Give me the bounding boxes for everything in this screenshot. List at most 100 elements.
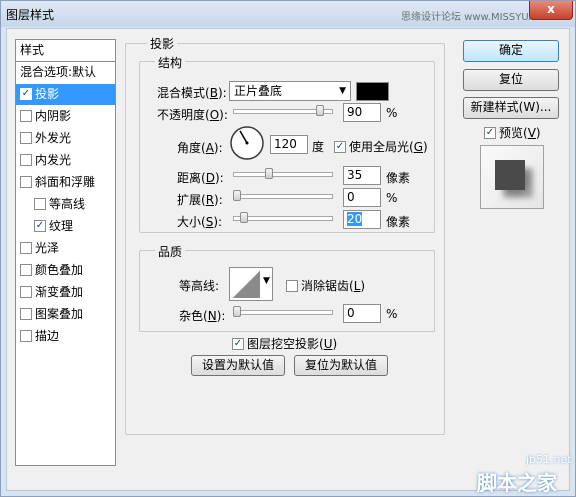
noise-slider-thumb[interactable] <box>233 306 241 317</box>
noise-label: 杂色(N): <box>179 309 226 323</box>
checkbox-icon[interactable] <box>20 131 32 144</box>
noise-input[interactable]: 0 <box>343 304 381 323</box>
checkbox-icon[interactable] <box>20 285 32 298</box>
layer-style-dialog: 图层样式 思缘设计论坛 www.MISSYUAN.COM x 样式 混合选项:默… <box>0 0 576 497</box>
style-item[interactable]: 描边 <box>16 326 115 347</box>
structure-title: 结构 <box>155 54 186 71</box>
distance-slider-thumb[interactable] <box>265 168 274 179</box>
dialog-body: 样式 混合选项:默认投影内阴影外发光内发光斜面和浮雕等高线纹理光泽颜色叠加渐变叠… <box>6 28 572 495</box>
checkbox-icon[interactable] <box>20 175 32 188</box>
style-item[interactable]: 外发光 <box>16 128 115 149</box>
checkbox-icon[interactable] <box>20 307 32 320</box>
reset-default-button[interactable]: 复位为默认值 <box>294 355 388 376</box>
set-default-button[interactable]: 设置为默认值 <box>191 355 285 376</box>
style-item-label: 投影 <box>35 87 60 101</box>
contour-picker[interactable]: ▼ <box>229 267 273 301</box>
spread-unit: % <box>386 191 398 205</box>
style-item-label: 图案叠加 <box>35 307 84 321</box>
angle-dial[interactable] <box>229 125 265 161</box>
style-item-label: 混合选项:默认 <box>20 65 97 79</box>
style-item-label: 斜面和浮雕 <box>35 175 96 189</box>
close-button[interactable]: x <box>529 1 573 20</box>
style-item[interactable]: 等高线 <box>16 194 115 215</box>
style-item[interactable]: 图案叠加 <box>16 304 115 325</box>
distance-slider-track[interactable] <box>233 172 333 177</box>
spread-label: 扩展(R): <box>177 193 223 207</box>
quality-title: 品质 <box>155 243 186 260</box>
contour-dropdown-arrow-icon: ▼ <box>263 276 270 286</box>
style-item[interactable]: 混合选项:默认 <box>16 62 115 83</box>
distance-unit: 像素 <box>386 171 411 185</box>
spread-input[interactable]: 0 <box>343 188 381 207</box>
anti-alias-checkbox[interactable]: 消除锯齿(L) <box>286 277 365 294</box>
opacity-unit: % <box>386 106 398 120</box>
checkbox-icon <box>334 140 346 153</box>
style-item-label: 光泽 <box>35 241 60 255</box>
style-item-label: 渐变叠加 <box>35 285 84 299</box>
size-slider-thumb[interactable] <box>240 212 249 223</box>
title-bar: 图层样式 思缘设计论坛 www.MISSYUAN.COM x <box>1 1 575 27</box>
checkbox-icon[interactable] <box>34 219 46 232</box>
noise-unit: % <box>386 307 398 321</box>
window-title: 图层样式 <box>6 8 55 22</box>
style-item-label: 纹理 <box>49 219 74 233</box>
contour-curve-icon <box>231 269 261 299</box>
checkbox-icon[interactable] <box>20 87 32 100</box>
preview-checkbox[interactable]: 预览(V) <box>484 124 541 141</box>
footer-watermark-site: jb51.net <box>526 453 572 466</box>
style-item[interactable]: 渐变叠加 <box>16 282 115 303</box>
style-item-label: 等高线 <box>49 197 86 211</box>
global-light-checkbox[interactable]: 使用全局光(G) <box>334 138 428 155</box>
close-icon: x <box>547 2 555 16</box>
style-item[interactable]: 投影 <box>16 84 115 105</box>
blend-mode-select[interactable]: 正片叠底 ▼ <box>229 81 351 101</box>
style-item-label: 内阴影 <box>35 109 72 123</box>
angle-dial-icon <box>230 126 264 160</box>
checkbox-icon[interactable] <box>20 329 32 342</box>
style-item-label: 描边 <box>35 329 60 343</box>
style-item[interactable]: 纹理 <box>16 216 115 237</box>
preview-thumbnail <box>480 145 544 209</box>
size-input[interactable]: 20 <box>343 210 381 229</box>
style-item[interactable]: 内发光 <box>16 150 115 171</box>
footer-watermark-name: 脚本之家 <box>477 471 557 495</box>
ok-button[interactable]: 确定 <box>463 40 559 62</box>
preview-square <box>495 160 525 190</box>
size-label: 大小(S): <box>177 215 223 229</box>
checkbox-icon[interactable] <box>20 153 32 166</box>
distance-label: 距离(D): <box>177 171 224 185</box>
checkbox-icon[interactable] <box>34 197 46 210</box>
spread-slider-thumb[interactable] <box>233 190 241 201</box>
style-item[interactable]: 内阴影 <box>16 106 115 127</box>
blend-mode-value: 正片叠底 <box>234 84 283 98</box>
opacity-input[interactable]: 90 <box>343 103 381 122</box>
reset-button[interactable]: 复位 <box>463 69 559 91</box>
checkbox-icon[interactable] <box>20 241 32 254</box>
checkbox-icon[interactable] <box>20 263 32 276</box>
checkbox-icon <box>232 337 244 350</box>
checkbox-icon <box>286 279 298 292</box>
style-item[interactable]: 光泽 <box>16 238 115 259</box>
style-item[interactable]: 颜色叠加 <box>16 260 115 281</box>
size-unit: 像素 <box>386 215 411 229</box>
angle-input[interactable]: 120 <box>270 135 308 154</box>
shadow-color-swatch[interactable] <box>356 82 389 101</box>
angle-label: 角度(A): <box>177 141 223 155</box>
new-style-button[interactable]: 新建样式(W)... <box>463 97 559 119</box>
distance-input[interactable]: 35 <box>343 166 381 185</box>
style-item-label: 内发光 <box>35 153 72 167</box>
checkbox-icon <box>484 126 496 139</box>
style-item-label: 外发光 <box>35 131 72 145</box>
contour-label: 等高线: <box>179 279 220 293</box>
checkbox-icon[interactable] <box>20 109 32 122</box>
noise-slider-track[interactable] <box>233 310 333 315</box>
opacity-label: 不透明度(O): <box>157 108 228 122</box>
drop-shadow-title: 投影 <box>147 35 178 52</box>
opacity-slider-thumb[interactable] <box>315 105 324 116</box>
knockout-checkbox[interactable]: 图层挖空投影(U) <box>232 335 337 352</box>
spread-slider-track[interactable] <box>233 194 333 199</box>
style-item[interactable]: 斜面和浮雕 <box>16 172 115 193</box>
blend-mode-label: 混合模式(B): <box>157 86 227 100</box>
styles-list-header: 样式 <box>16 40 115 62</box>
dropdown-arrow-icon: ▼ <box>339 86 346 96</box>
